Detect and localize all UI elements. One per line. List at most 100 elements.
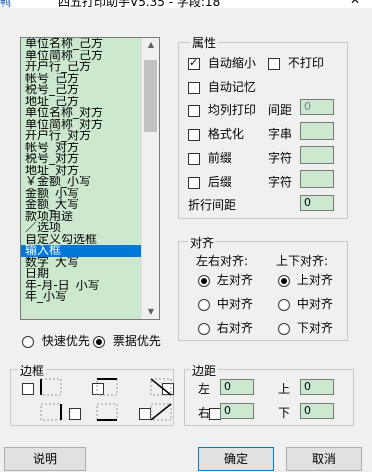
list-item[interactable]: 数字_大写 [21,257,141,269]
list-item[interactable]: 自定义勾选框 [21,234,141,246]
left-align-radio-circle[interactable] [198,274,210,287]
border-title: 边框 [18,362,47,379]
prefix-check[interactable] [188,152,200,165]
scroll-up-arrow-icon[interactable]: ▲ [142,38,159,52]
list-item[interactable]: 单位简称_己方 [21,50,141,62]
vertical-align-title: 上下对齐: [276,254,329,268]
list-item[interactable]: 地址_对方 [21,165,141,177]
no-print-checkbox[interactable]: 不打印 [268,54,324,71]
top-align-radio-circle[interactable] [278,274,290,287]
list-scrollbar[interactable]: ▲ ▼ [141,38,159,319]
border-left-icon [40,378,62,396]
list-item[interactable]: 开户行_己方 [21,61,141,73]
border-left-check[interactable] [22,382,34,395]
bottom-align-label: 下对齐 [296,321,333,335]
margin-top-label: 上 [278,382,291,396]
right-align-radio[interactable]: 右对齐 [198,319,253,336]
spacing-label: 间距 [268,103,293,117]
list-item[interactable]: 金额_大写 [21,199,141,211]
vcenter-align-radio[interactable]: 中对齐 [278,295,333,312]
list-item[interactable]: ／选项 [21,222,141,234]
auto-remember-label: 自动记忆 [207,80,256,94]
list-item[interactable]: 帐号_对方 [21,142,141,154]
scroll-down-arrow-icon[interactable]: ▼ [142,305,159,319]
window-title: 四五打印助手V5.35 - 字段:18 [58,0,221,8]
list-item[interactable]: 帐号_己方 [21,73,141,85]
suffix-check[interactable] [188,176,200,189]
format-check[interactable] [188,128,200,141]
margin-left-field[interactable]: 0 [220,379,254,395]
suffix-char-field[interactable] [300,170,334,188]
list-item[interactable]: 年_小写 [21,291,141,303]
format-checkbox[interactable]: 格式化 [188,125,244,142]
no-print-check[interactable] [268,57,280,70]
vcenter-align-radio-circle[interactable] [278,298,290,311]
receipt-priority-radio[interactable]: 票据优先 [93,332,161,349]
field-list[interactable]: 单位名称_己方 单位简称_己方 开户行_己方 帐号_己方 税号_己方 地址_己方 单位名称_… [21,38,141,319]
bottom-align-radio[interactable]: 下对齐 [278,319,333,336]
receipt-priority-label: 票据优先 [112,334,161,348]
spacing-field[interactable]: 0 [300,99,334,115]
receipt-priority-radio-circle[interactable] [93,335,105,348]
list-item[interactable]: ￥金额_小写 [21,176,141,188]
list-item[interactable]: 款项用途 [21,211,141,223]
list-item[interactable]: 单位名称_对方 [21,107,141,119]
list-item[interactable]: 单位名称_己方 [21,38,141,50]
scroll-thumb[interactable] [144,60,157,132]
right-align-radio-circle[interactable] [198,322,210,335]
suffix-label: 后缀 [207,175,232,189]
list-item[interactable]: 输入框 [21,245,141,257]
auto-shrink-checkbox[interactable]: 自动缩小 [188,54,256,71]
help-button[interactable]: 说明 [4,447,86,471]
app-icon: 鸭 [0,0,11,8]
list-item[interactable]: 年-月-日_小写 [21,280,141,292]
string-field[interactable] [300,122,334,140]
list-item[interactable]: 税号_对方 [21,153,141,165]
prefix-checkbox[interactable]: 前缀 [188,149,232,166]
even-print-check[interactable] [188,104,200,117]
margin-right-label: 右 [198,406,211,420]
margin-top-field[interactable]: 0 [300,379,334,395]
margin-title: 边距 [190,362,219,379]
even-print-label: 均列打印 [207,103,256,117]
string-label: 字串 [268,127,293,141]
hcenter-align-radio[interactable]: 中对齐 [198,295,253,312]
suffix-char-label: 字符 [268,175,293,189]
suffix-checkbox[interactable]: 后缀 [188,173,232,190]
cancel-button[interactable]: 取消 [286,447,362,471]
auto-shrink-check[interactable] [188,56,200,70]
line-spacing-field[interactable]: 0 [300,195,334,211]
ok-button[interactable]: 确定 [198,447,274,471]
auto-remember-check[interactable] [188,81,200,94]
margin-left-label: 左 [198,382,211,396]
close-icon[interactable]: ✕ [350,0,360,7]
top-align-label: 上对齐 [296,273,333,287]
bottom-align-radio-circle[interactable] [278,322,290,335]
fast-priority-radio[interactable]: 快速优先 [22,332,90,349]
margin-bottom-field[interactable]: 0 [300,403,334,419]
list-item[interactable]: 税号_己方 [21,84,141,96]
border-bottom-icon [96,403,118,421]
auto-remember-checkbox[interactable]: 自动记忆 [188,78,256,95]
border-right-check[interactable] [69,407,82,420]
list-item[interactable]: 地址_己方 [21,96,141,108]
list-item[interactable]: 日期 [21,268,141,280]
right-align-label: 右对齐 [216,321,253,335]
hcenter-align-radio-circle[interactable] [198,298,210,311]
list-item[interactable]: 金额_小写 [21,188,141,200]
margin-right-field[interactable]: 0 [220,403,254,419]
prefix-char-label: 字符 [268,151,293,165]
even-print-checkbox[interactable]: 均列打印 [188,101,256,118]
fast-priority-radio-circle[interactable] [22,335,34,348]
list-item[interactable]: 开户行_对方 [21,130,141,142]
left-align-radio[interactable]: 左对齐 [198,271,253,288]
prefix-label: 前缀 [207,151,232,165]
prefix-char-field[interactable] [300,146,334,164]
border-diagonal-up-icon [150,403,172,421]
list-item[interactable]: 单位简称_对方 [21,119,141,131]
field-list-box[interactable]: 单位名称_己方 单位简称_己方 开户行_己方 帐号_己方 税号_己方 地址_己方 单位名称_… [20,37,160,320]
top-align-radio[interactable]: 上对齐 [278,271,333,288]
align-title: 对齐 [188,234,217,251]
line-spacing-label: 折行间距 [188,198,237,212]
hcenter-align-label: 中对齐 [216,297,253,311]
